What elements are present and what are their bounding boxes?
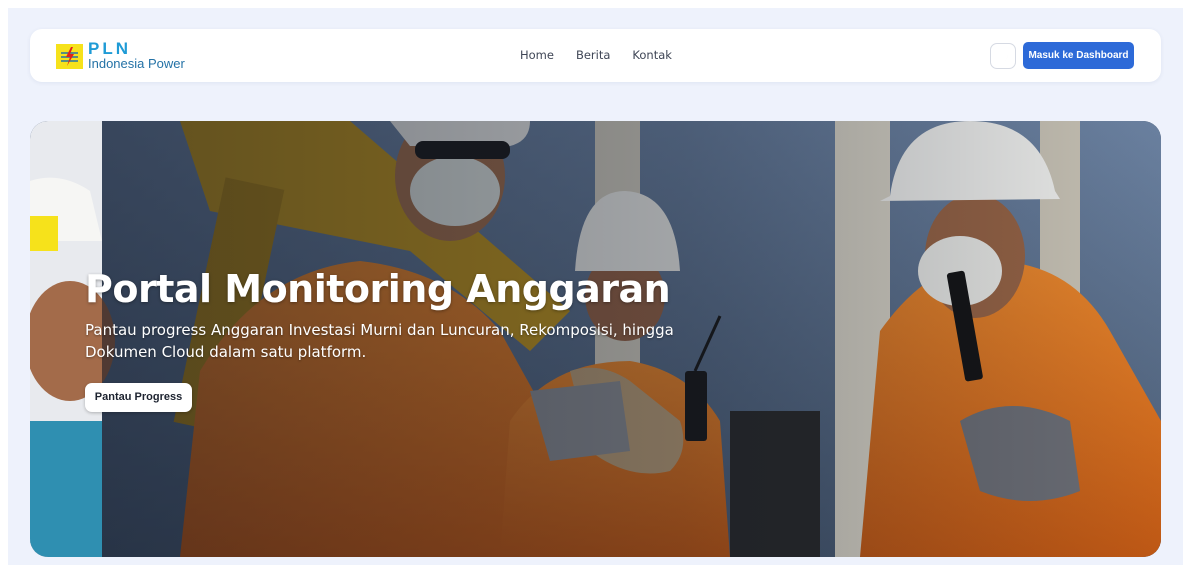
main-nav: Home Berita Kontak (520, 48, 672, 62)
hero-description: Pantau progress Anggaran Investasi Murni… (85, 321, 674, 361)
theme-toggle-button[interactable] (990, 43, 1016, 69)
brand-subtitle: Indonesia Power (88, 56, 185, 71)
pln-logo-mark-icon (56, 44, 83, 69)
pln-logo[interactable]: PLN Indonesia Power (56, 39, 196, 72)
top-navbar: PLN Indonesia Power Home Berita Kontak M… (30, 29, 1161, 82)
nav-link-home[interactable]: Home (520, 48, 554, 62)
moon-icon (1000, 53, 1008, 61)
pantau-progress-button[interactable]: Pantau Progress (85, 383, 192, 412)
hero-title: Portal Monitoring Anggaran (85, 267, 671, 311)
dashboard-login-button[interactable]: Masuk ke Dashboard (1023, 42, 1134, 69)
nav-link-kontak[interactable]: Kontak (632, 48, 672, 62)
nav-link-berita[interactable]: Berita (576, 48, 610, 62)
hero-banner: Portal Monitoring Anggaran Pantau progre… (30, 121, 1161, 557)
